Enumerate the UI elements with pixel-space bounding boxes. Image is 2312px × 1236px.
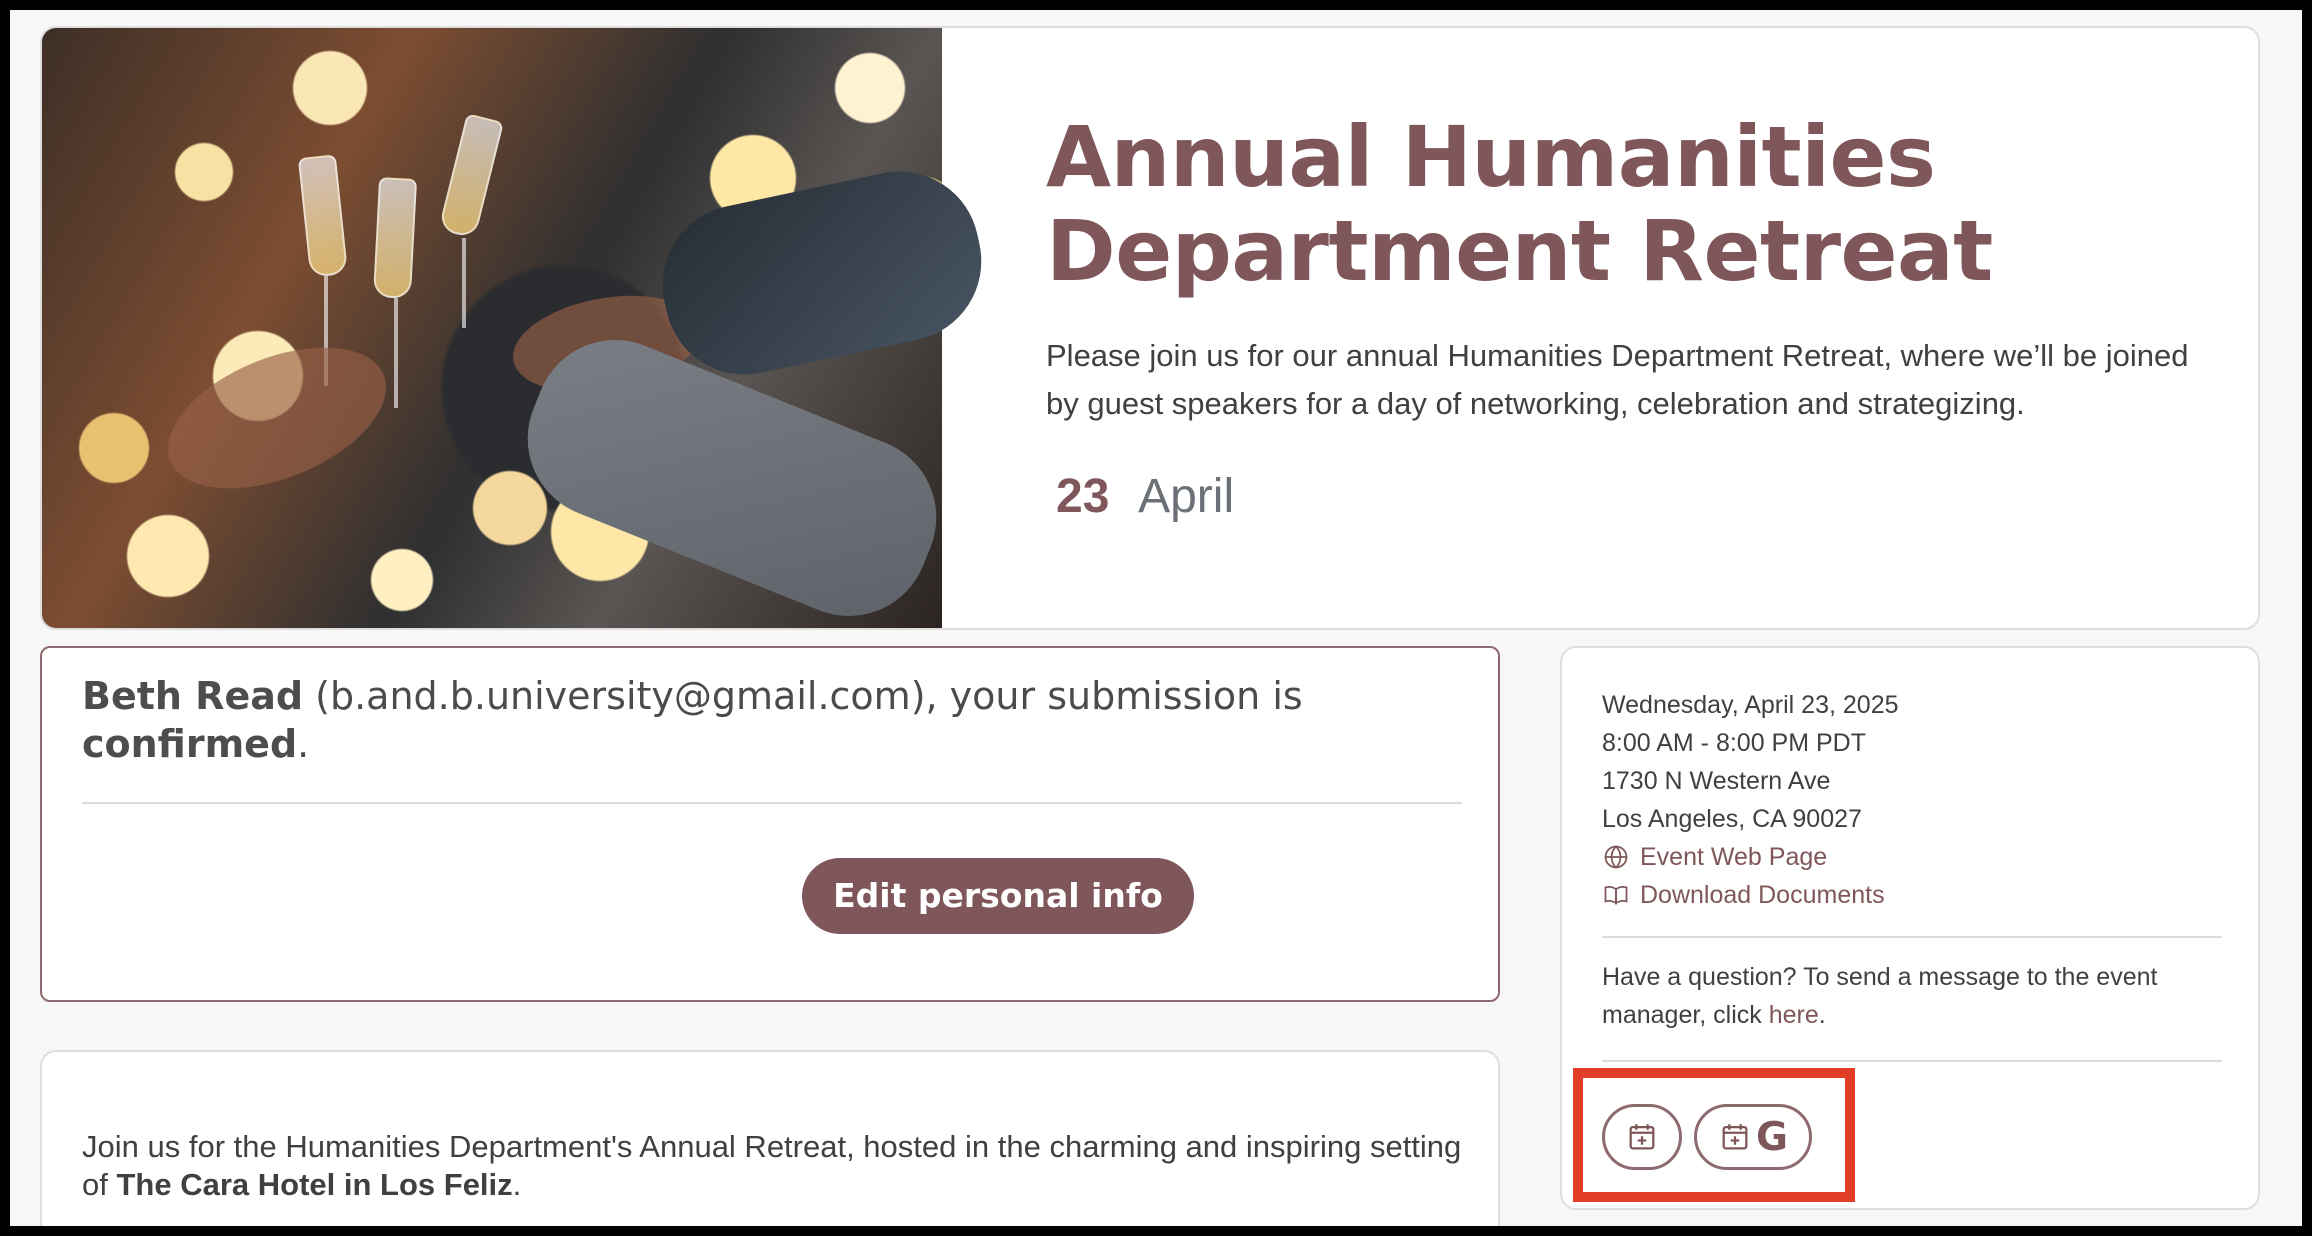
confirmation-divider xyxy=(82,802,1462,804)
details-divider xyxy=(1602,936,2222,938)
event-web-page-link[interactable]: Event Web Page xyxy=(1602,838,1899,876)
event-day: 23 xyxy=(1056,470,1110,523)
event-web-page-label: Event Web Page xyxy=(1640,843,1828,871)
event-title: Annual Humanities Department Retreat xyxy=(1046,108,1993,300)
confirmation-message: Beth Read (b.and.b.university@gmail.com)… xyxy=(82,672,1462,768)
event-address-line-2: Los Angeles, CA 90027 xyxy=(1602,805,1862,833)
question-prefix: Have a question? To send a message to th… xyxy=(1602,963,2158,1029)
period-text: . xyxy=(297,722,310,766)
add-to-calendar-button[interactable] xyxy=(1602,1104,1682,1170)
event-description: Please join us for our annual Humanities… xyxy=(1046,338,2189,421)
hand-shape xyxy=(147,319,407,517)
dark-sleeve xyxy=(647,156,997,390)
event-date: 23 April xyxy=(1046,470,2196,524)
glass-stem xyxy=(394,298,398,408)
google-logo-text: G xyxy=(1755,1114,1788,1160)
download-documents-link[interactable]: Download Documents xyxy=(1602,876,1899,914)
glass-stem xyxy=(462,238,466,328)
add-to-google-calendar-button[interactable]: G xyxy=(1694,1104,1812,1170)
confirmation-card: Beth Read (b.and.b.university@gmail.com)… xyxy=(40,646,1500,1002)
google-calendar-icon xyxy=(1722,1124,1748,1150)
champagne-glass-icon xyxy=(372,177,418,299)
calendar-add-icon xyxy=(1629,1124,1655,1150)
event-full-date: Wednesday, April 23, 2025 xyxy=(1602,691,1899,719)
question-divider xyxy=(1602,1060,2222,1062)
event-about-text: Join us for the Humanities Department's … xyxy=(82,1128,1472,1204)
confirmation-status: confirmed xyxy=(82,722,298,766)
champagne-glass-icon xyxy=(438,113,504,239)
venue-name: The Cara Hotel in Los Feliz xyxy=(116,1167,513,1202)
book-icon xyxy=(1604,886,1628,905)
attendee-name: Beth Read xyxy=(82,674,304,718)
event-month: April xyxy=(1138,470,1235,523)
event-address-line-1: 1730 N Western Ave xyxy=(1602,767,1831,795)
event-cover-image xyxy=(42,28,997,628)
edit-personal-info-button[interactable]: Edit personal info xyxy=(802,858,1194,934)
event-about-card: Join us for the Humanities Department's … xyxy=(40,1050,1500,1226)
champagne-glass-icon xyxy=(297,154,349,278)
screen-border-bottom xyxy=(0,1226,2312,1236)
event-time: 8:00 AM - 8:00 PM PDT xyxy=(1602,729,1866,757)
question-suffix: . xyxy=(1818,1001,1826,1029)
event-details: Wednesday, April 23, 2025 8:00 AM - 8:00… xyxy=(1602,686,1899,914)
question-text: Have a question? To send a message to th… xyxy=(1602,958,2212,1034)
about-suffix: . xyxy=(512,1167,522,1202)
hero-content: Annual Humanities Department Retreat Ple… xyxy=(1046,110,2196,524)
contact-event-manager-link[interactable]: here xyxy=(1769,1001,1819,1029)
page: Annual Humanities Department Retreat Ple… xyxy=(10,10,2302,1226)
globe-icon xyxy=(1604,845,1628,869)
attendee-email-text: (b.and.b.university@gmail.com), your sub… xyxy=(315,674,1303,718)
download-documents-label: Download Documents xyxy=(1640,881,1885,909)
event-hero-card: Annual Humanities Department Retreat Ple… xyxy=(40,26,2260,630)
